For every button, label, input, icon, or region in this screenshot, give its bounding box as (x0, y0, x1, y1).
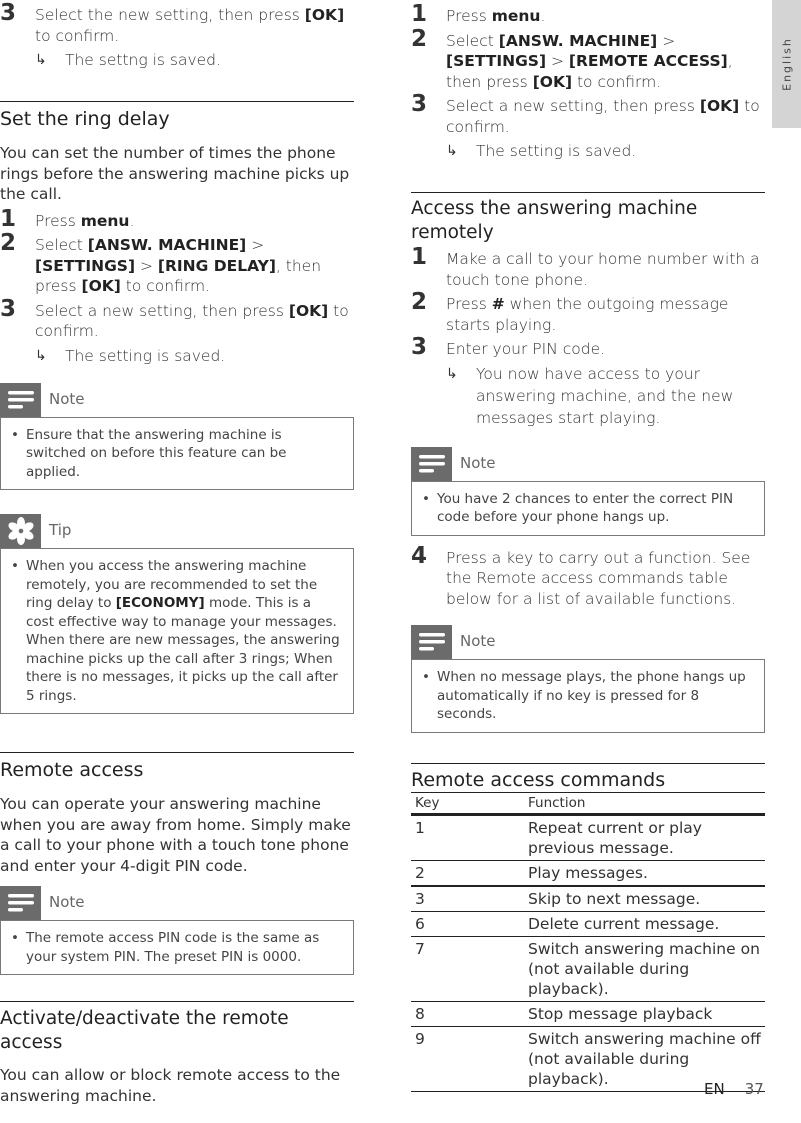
tip-label: Tip (49, 521, 72, 539)
table-row: 6 Delete current message. (411, 911, 765, 937)
note-label: Note (460, 453, 496, 472)
column-header-function: Function (524, 791, 765, 816)
column-header-key: Key (411, 791, 524, 816)
divider (0, 752, 354, 753)
right-column: 1 Press menu. 2 Select [ANSW. MACHINE] >… (411, 0, 765, 1092)
remote-step-1: 1 Press menu. (411, 1, 546, 27)
table-row: 8 Stop message playback (411, 1001, 765, 1027)
page-number: 37 (744, 1080, 764, 1098)
remote-step-2: 2 Select [ANSW. MACHINE] > [SETTINGS] > … (411, 25, 733, 91)
ring-delay-intro: You can set the number of times the phon… (0, 144, 350, 203)
activate-intro: You can allow or block remote access to … (0, 1066, 341, 1105)
ring-delay-step-2: 2 Select [ANSW. MACHINE] > [SETTINGS] > … (0, 230, 322, 295)
footer-language: EN (704, 1080, 725, 1098)
table-row: 3 Skip to next message. (411, 885, 765, 912)
note-ring-delay: Note • Ensure that the answering machine … (0, 382, 354, 490)
note-label: Note (460, 632, 496, 650)
step-number: 3 (0, 0, 17, 26)
section-title-remote-access: Remote access (0, 759, 144, 781)
note-label: Note (49, 893, 85, 911)
access-step-2: 2 Press # when the outgoing message star… (411, 289, 729, 334)
result-arrow-icon: ↳ (35, 52, 47, 68)
ring-delay-step-3: 3 Select a new setting, then press [OK] … (0, 295, 349, 365)
tip-ring-delay: Tip • When you access the answering machi… (0, 514, 354, 714)
section-title-activate: Activate/deactivate the remote access (0, 1008, 289, 1053)
remote-step-3: 3 Select a new setting, then press [OK] … (411, 91, 760, 160)
access-step-4: 4 Press a key to carry out a function. S… (411, 542, 751, 608)
note-remote-access: Note • The remote access PIN code is the … (0, 886, 354, 975)
note-icon (411, 625, 452, 659)
table-row: 2 Play messages. (411, 860, 765, 887)
note-icon (0, 382, 41, 417)
language-tab: English (772, 0, 801, 128)
section-title-ring-delay: Set the ring delay (0, 108, 170, 130)
divider (411, 192, 765, 193)
divider (411, 762, 765, 764)
result-arrow-icon: ↳ (446, 143, 458, 159)
result-arrow-icon: ↳ (446, 365, 458, 382)
result-arrow-icon: ↳ (35, 347, 47, 364)
section-title-commands: Remote access commands (411, 768, 666, 791)
note-icon (411, 446, 452, 481)
note-pin-chances: Note • You have 2 chances to enter the co… (411, 446, 765, 536)
note-label: Note (49, 389, 85, 408)
step-result: ↳ The settng is saved. (35, 51, 221, 69)
page-footer: EN 37 (704, 1080, 764, 1098)
table-row: 7 Switch answering machine on (not availa… (411, 936, 765, 1002)
note-icon (0, 886, 41, 920)
remote-commands-table: Key Function 1 Repeat current or play pre… (411, 791, 765, 1092)
access-step-3: 3 Enter your PIN code. ↳ You now have acc… (411, 334, 734, 427)
access-step-1: 1 Make a call to your home number with a… (411, 244, 760, 289)
divider (0, 101, 354, 102)
tip-asterisk-icon (0, 514, 41, 548)
divider (0, 1001, 354, 1002)
remote-access-intro: You can operate your answering machine w… (0, 795, 351, 875)
section-title-access-remotely: Access the answering machine remotely (411, 198, 698, 243)
note-hang-up: Note • When no message plays, the phone h… (411, 625, 765, 733)
hash-key-icon: # (491, 295, 505, 313)
left-column: 3 Select the new setting, then press [OK… (0, 0, 354, 1106)
table-row: 1 Repeat current or play previous message… (411, 814, 765, 861)
ring-delay-step-1: 1 Press menu. (0, 205, 135, 232)
step-3-top: 3 Select the new setting, then press [OK… (0, 0, 354, 71)
